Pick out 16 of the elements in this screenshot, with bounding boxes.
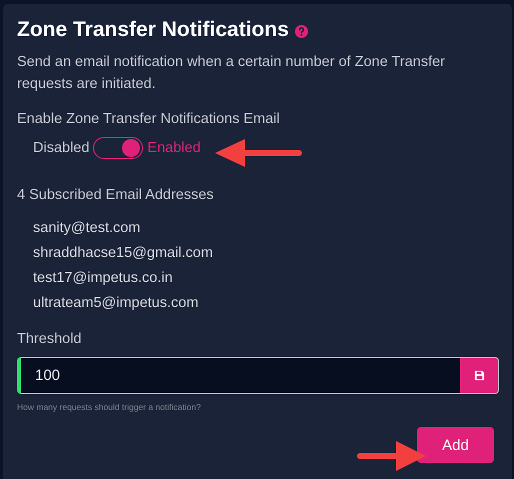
email-address: sanity@test.com: [33, 219, 142, 238]
annotation-arrow: [356, 439, 428, 473]
threshold-hint: How many requests should trigger a notification?: [17, 402, 202, 412]
subscribed-count-label: 4 Subscribed Email Addresses: [17, 186, 215, 204]
section-title: Zone Transfer Notifications: [17, 17, 289, 43]
email-address: ultrateam5@impetus.com: [33, 294, 200, 313]
help-icon[interactable]: [294, 25, 308, 38]
toggle-label: Enable Zone Transfer Notifications Email: [17, 110, 281, 128]
threshold-label: Threshold: [17, 330, 82, 348]
email-address: test17@impetus.co.in: [33, 269, 174, 288]
toggle-switch[interactable]: [93, 137, 144, 159]
email-address: shraddhacse15@gmail.com: [33, 244, 214, 263]
add-button[interactable]: Add: [417, 427, 494, 463]
description-text: Send an email notification when a certain number of Zone Transfer requests are initiated.: [17, 53, 446, 94]
disabled-label: Disabled: [33, 140, 90, 156]
enabled-label: Enabled: [147, 140, 201, 156]
